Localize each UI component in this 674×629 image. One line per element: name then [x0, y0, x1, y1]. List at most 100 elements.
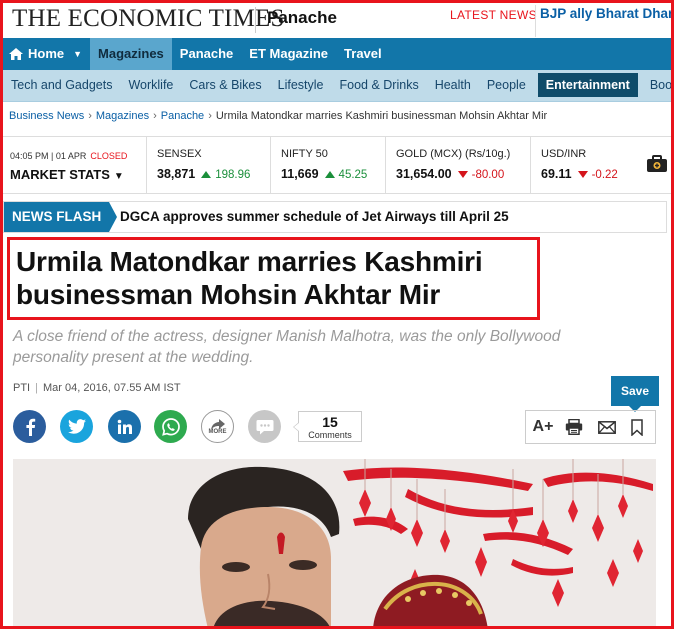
nav-et-magazine[interactable]: ET Magazine	[241, 38, 336, 70]
byline-separator: |	[35, 382, 38, 394]
article-tools: A+	[525, 410, 656, 444]
index-name: SENSEX	[157, 148, 202, 160]
breadcrumb-separator: ›	[88, 110, 92, 122]
share-more-button[interactable]: MORE	[201, 410, 234, 443]
article-photo	[13, 459, 656, 629]
nav-travel[interactable]: Travel	[336, 38, 390, 70]
headline-highlight: Urmila Matondkar marries Kashmiri busine…	[7, 237, 540, 320]
chevron-down-icon: ▼	[113, 171, 124, 182]
home-icon	[9, 48, 23, 60]
synopsis-line: personality present at the wedding.	[13, 349, 254, 366]
share-twitter-button[interactable]	[60, 410, 93, 443]
masthead: THE ECONOMIC TIMES Panache LATEST NEWS B…	[3, 3, 674, 39]
latest-news-label: LATEST NEWS	[450, 8, 537, 22]
latest-news-headline[interactable]: BJP ally Bharat Dharma Jana Sena against…	[540, 6, 674, 22]
share-whatsapp-button[interactable]	[154, 410, 187, 443]
news-flash-headline[interactable]: DGCA approves summer schedule of Jet Air…	[120, 202, 509, 232]
subnav-books[interactable]: Books	[642, 70, 674, 101]
breadcrumb-separator: ›	[208, 110, 212, 122]
index-change: -80.00	[471, 169, 505, 181]
subnav-health[interactable]: Health	[427, 70, 479, 101]
secondary-nav: Tech and Gadgets Worklife Cars & Bikes L…	[3, 70, 674, 102]
breadcrumb-current: Urmila Matondkar marries Kashmiri busine…	[215, 110, 548, 122]
subnav-cars-bikes[interactable]: Cars & Bikes	[181, 70, 269, 101]
article-source: PTI	[13, 382, 31, 394]
nav-panache[interactable]: Panache	[171, 38, 242, 70]
chevron-down-icon: ▼	[73, 49, 83, 59]
nav-home[interactable]: Home ▼	[3, 38, 90, 70]
save-bookmark-button[interactable]	[622, 411, 652, 443]
arrow-down-icon	[577, 171, 588, 178]
primary-nav: Home ▼ Magazines Panache ET Magazine Tra…	[3, 38, 671, 70]
index-name: NIFTY 50	[281, 148, 328, 160]
index-change: -0.22	[591, 169, 618, 181]
section-title[interactable]: Panache	[267, 8, 337, 28]
index-usd-inr[interactable]: USD/INR 69.11 -0.22	[530, 137, 638, 193]
article-headline: Urmila Matondkar marries Kashmiri busine…	[16, 245, 483, 311]
article-byline: PTI | Mar 04, 2016, 07.55 AM IST	[13, 382, 181, 394]
synopsis-line: A close friend of the actress, designer …	[13, 328, 561, 345]
index-change: 45.25	[338, 169, 368, 181]
index-value: 69.11	[541, 167, 572, 181]
headline-line: businessman Mohsin Akhtar Mir	[16, 279, 441, 310]
subnav-lifestyle[interactable]: Lifestyle	[270, 70, 332, 101]
index-name: GOLD (MCX) (Rs/10g.)	[396, 148, 511, 160]
index-value: 38,871	[157, 167, 196, 181]
index-change: 198.96	[215, 169, 251, 181]
portfolio-briefcase-icon[interactable]	[646, 155, 668, 173]
share-facebook-button[interactable]	[13, 410, 46, 443]
comments-count: 15	[322, 414, 338, 430]
subnav-food-drinks[interactable]: Food & Drinks	[332, 70, 427, 101]
latest-news-divider	[535, 5, 536, 37]
subnav-worklife[interactable]: Worklife	[120, 70, 181, 101]
arrow-down-icon	[457, 171, 468, 178]
breadcrumb-magazines[interactable]: Magazines	[96, 110, 149, 122]
news-flash-bar: NEWS FLASH DGCA approves summer schedule…	[3, 201, 667, 233]
comment-bubble-icon	[256, 419, 273, 434]
headline-line: Urmila Matondkar marries Kashmiri	[16, 246, 483, 277]
nav-home-label: Home	[28, 46, 65, 61]
print-button[interactable]	[559, 411, 589, 443]
comment-button[interactable]	[248, 410, 281, 443]
market-time: 04:05 PM | 01 APR	[10, 151, 87, 161]
index-gold-mcx[interactable]: GOLD (MCX) (Rs/10g.) 31,654.00 -80.00	[385, 137, 530, 193]
index-nifty-50[interactable]: NIFTY 50 11,669 45.25	[270, 137, 384, 193]
index-value: 11,669	[281, 167, 319, 181]
index-sensex[interactable]: SENSEX 38,871 198.96	[146, 137, 261, 193]
market-timestamp: 04:05 PM | 01 APR CLOSED	[10, 151, 127, 161]
share-linkedin-button[interactable]	[108, 410, 141, 443]
share-more-label: MORE	[208, 428, 227, 435]
save-tooltip: Save	[611, 376, 659, 412]
comments-label: Comments	[308, 430, 352, 440]
facebook-icon	[25, 418, 35, 436]
breadcrumb: Business News › Magazines › Panache › Urmila M…	[9, 110, 547, 122]
index-value: 31,654.00	[396, 167, 452, 181]
subnav-tech-and-gadgets[interactable]: Tech and Gadgets	[3, 70, 120, 101]
subnav-entertainment[interactable]: Entertainment	[537, 73, 638, 97]
market-status: CLOSED	[90, 151, 128, 161]
linkedin-icon	[117, 419, 132, 434]
bookmark-icon	[631, 418, 643, 436]
article-date: Mar 04, 2016, 07.55 AM IST	[42, 382, 181, 394]
arrow-up-icon	[201, 171, 212, 178]
market-stats-bar: 04:05 PM | 01 APR CLOSED MARKET STATS ▼ SE…	[3, 136, 671, 194]
news-flash-label: NEWS FLASH	[4, 202, 118, 232]
font-size-button[interactable]: A+	[528, 411, 558, 443]
printer-icon	[565, 419, 583, 435]
subnav-people[interactable]: People	[479, 70, 534, 101]
mail-icon	[598, 420, 616, 434]
breadcrumb-separator: ›	[153, 110, 157, 122]
site-logo[interactable]: THE ECONOMIC TIMES	[12, 5, 285, 33]
wedding-photo-illustration	[13, 459, 656, 629]
breadcrumb-business-news[interactable]: Business News	[9, 110, 84, 122]
index-name: USD/INR	[541, 148, 587, 160]
whatsapp-icon	[161, 417, 180, 436]
logo-divider	[255, 7, 256, 33]
email-button[interactable]	[592, 411, 622, 443]
article-synopsis: A close friend of the actress, designer …	[13, 326, 613, 368]
market-stats-label: MARKET STATS	[10, 167, 110, 182]
breadcrumb-panache[interactable]: Panache	[161, 110, 204, 122]
nav-magazines[interactable]: Magazines	[90, 38, 172, 70]
comments-count-box[interactable]: 15 Comments	[293, 411, 362, 442]
market-stats-dropdown[interactable]: MARKET STATS ▼	[10, 167, 124, 182]
